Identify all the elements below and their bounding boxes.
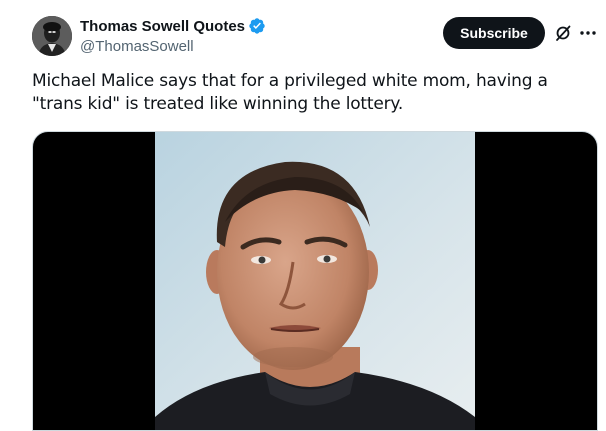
avatar[interactable] <box>32 16 72 56</box>
avatar-image <box>32 16 72 56</box>
video-frame[interactable] <box>155 132 475 430</box>
grok-icon[interactable] <box>553 23 573 43</box>
subscribe-button[interactable]: Subscribe <box>443 17 545 49</box>
tweet-header: Thomas Sowell Quotes @ThomasSowell <box>80 16 266 55</box>
tweet-text: Michael Malice says that for a privilege… <box>32 71 548 114</box>
verified-badge-icon[interactable] <box>248 17 266 35</box>
display-name[interactable]: Thomas Sowell Quotes <box>80 18 245 35</box>
tweet[interactable]: Thomas Sowell Quotes @ThomasSowell Subsc… <box>0 0 606 431</box>
tweet-media-video[interactable] <box>32 131 598 431</box>
video-still-image <box>155 132 475 430</box>
more-horizontal-icon[interactable] <box>578 23 598 43</box>
user-handle[interactable]: @ThomasSowell <box>80 38 266 55</box>
display-name-row: Thomas Sowell Quotes <box>80 16 266 36</box>
